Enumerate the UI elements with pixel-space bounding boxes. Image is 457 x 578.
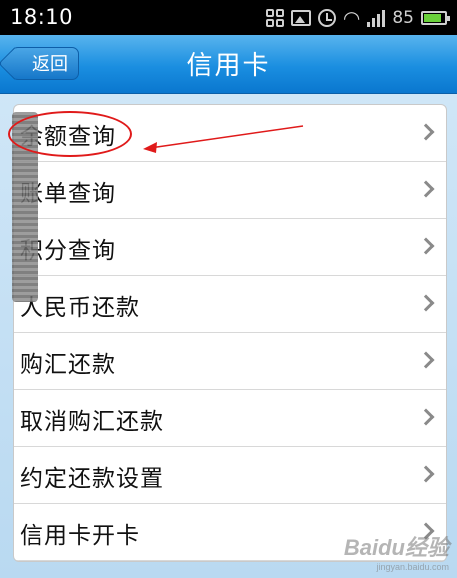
status-time: 18:10: [10, 5, 74, 29]
menu-item-label: 取消购汇还款: [20, 409, 164, 435]
menu-item-bill-inquiry[interactable]: 账单查询: [14, 162, 446, 219]
signal-icon: [367, 9, 386, 27]
annotation-ellipse: [8, 111, 132, 157]
wifi-icon: ◠: [342, 6, 361, 30]
image-icon: [290, 10, 311, 26]
watermark: Baidu经验 jingyan.baidu.com: [344, 530, 449, 572]
chevron-right-icon: [417, 465, 435, 483]
title-bar: 返回 信用卡: [0, 35, 457, 94]
battery-level: 85: [392, 8, 414, 28]
menu-item-cancel-fx-repayment[interactable]: 取消购汇还款: [14, 390, 446, 447]
content-area: 余额查询 账单查询 积分查询 人民币还款 购汇还款 取消购汇还款 约定还款设置: [0, 94, 457, 578]
battery-icon: [421, 11, 450, 25]
menu-item-auto-repayment-settings[interactable]: 约定还款设置: [14, 447, 446, 504]
menu-item-label: 约定还款设置: [20, 466, 164, 492]
chevron-right-icon: [417, 351, 435, 369]
chevron-right-icon: [417, 237, 435, 255]
chevron-right-icon: [417, 123, 435, 141]
menu-item-label: 购汇还款: [20, 352, 116, 378]
menu-item-fx-repayment[interactable]: 购汇还款: [14, 333, 446, 390]
menu-item-label: 人民币还款: [20, 295, 140, 321]
watermark-url: jingyan.baidu.com: [376, 562, 449, 572]
status-icons: ◠ 85: [265, 6, 450, 30]
status-bar: 18:10 ◠ 85: [0, 0, 457, 35]
alarm-icon: [317, 9, 336, 27]
menu-item-points-inquiry[interactable]: 积分查询: [14, 219, 446, 276]
menu-item-label: 信用卡开卡: [20, 523, 140, 549]
chevron-right-icon: [417, 294, 435, 312]
chevron-right-icon: [417, 408, 435, 426]
watermark-logo: Baidu经验: [343, 535, 449, 560]
menu-list: 余额查询 账单查询 积分查询 人民币还款 购汇还款 取消购汇还款 约定还款设置: [13, 104, 447, 562]
chevron-right-icon: [417, 180, 435, 198]
page-title: 信用卡: [186, 51, 271, 81]
apps-grid-icon: [265, 9, 284, 27]
menu-item-rmb-repayment[interactable]: 人民币还款: [14, 276, 446, 333]
back-button-label: 返回: [32, 54, 68, 75]
